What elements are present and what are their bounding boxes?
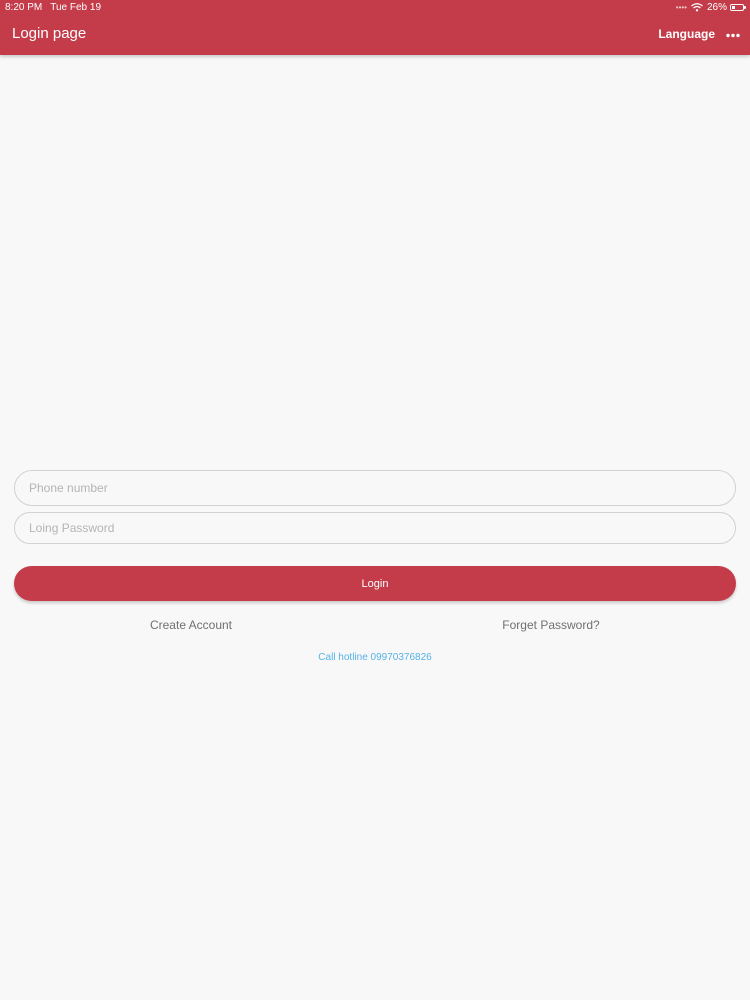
status-left: 8:20 PM Tue Feb 19	[5, 2, 101, 13]
battery-percent: 26%	[706, 2, 727, 13]
login-button[interactable]: Login	[14, 566, 736, 601]
status-bar: 8:20 PM Tue Feb 19 •••• 26%	[0, 0, 750, 16]
nav-bar: Login page Language	[0, 16, 750, 55]
status-date: Tue Feb 19	[50, 2, 102, 13]
create-account-link[interactable]: Create Account	[150, 618, 232, 632]
status-right: •••• 26%	[675, 2, 746, 13]
language-button[interactable]: Language	[658, 27, 715, 41]
password-input[interactable]	[14, 512, 736, 544]
forget-password-link[interactable]: Forget Password?	[502, 618, 599, 632]
battery-icon	[730, 4, 746, 11]
call-hotline-link[interactable]: Call hotline 09970376826	[318, 652, 431, 663]
page-title: Login page	[12, 25, 87, 42]
wifi-icon	[691, 3, 703, 12]
battery-fill	[732, 6, 735, 9]
signal-dots-icon: ••••	[675, 3, 687, 12]
more-dots-icon[interactable]	[726, 33, 740, 38]
status-time: 8:20 PM	[5, 2, 43, 13]
phone-number-input[interactable]	[14, 470, 736, 506]
